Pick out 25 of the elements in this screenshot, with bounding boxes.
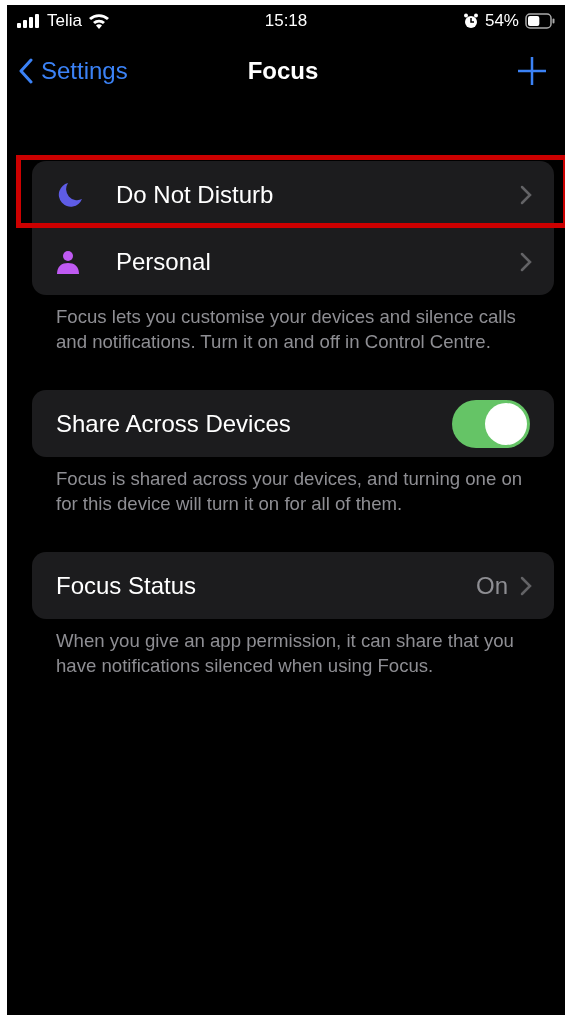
wifi-icon <box>87 13 110 29</box>
battery-icon <box>525 13 555 29</box>
share-label: Share Across Devices <box>56 409 292 438</box>
focus-mode-item[interactable]: Personal <box>32 228 554 295</box>
status-value: On <box>476 571 508 600</box>
share-note: Focus is shared across your devices, and turning one on for this device will turn it on for all of them. <box>55 467 524 516</box>
focus-mode-item[interactable]: Do Not Disturb <box>32 161 554 228</box>
chevron-icon <box>520 575 532 596</box>
status-note: When you give an app permission, it can share that you have notifications silenced when using Focus. <box>55 629 515 678</box>
clock-time: 15:18 <box>264 11 308 31</box>
back-link[interactable]: Settings <box>19 57 179 85</box>
back-chevron-icon <box>19 58 33 84</box>
carrier-name: Telia <box>47 11 82 31</box>
chevron-icon <box>520 251 532 272</box>
add-icon[interactable] <box>517 56 547 86</box>
signal-icon <box>17 14 41 28</box>
status-label: Focus Status <box>56 571 198 600</box>
focus-note: Focus lets you customise your devices and silence calls and notifications. Turn it on and off in Control Centre. <box>55 305 517 354</box>
mode-label: Personal <box>116 247 212 276</box>
battery-percentage: 54% <box>484 11 519 31</box>
page-title: Focus <box>247 57 319 85</box>
mode-label: Do Not Disturb <box>116 180 275 209</box>
share-toggle[interactable] <box>452 399 530 448</box>
chevron-icon <box>520 184 532 205</box>
focus-status-row[interactable]: Focus Status On <box>32 552 554 619</box>
